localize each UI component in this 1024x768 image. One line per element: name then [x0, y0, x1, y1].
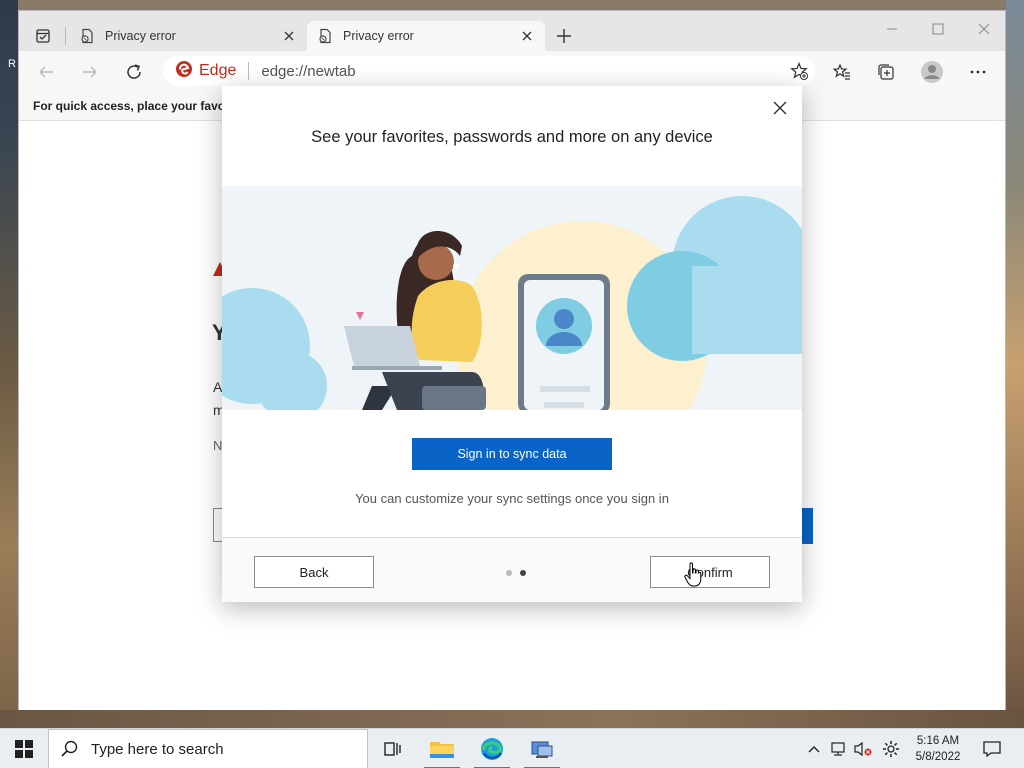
edge-taskbar-button[interactable]	[472, 729, 512, 768]
dialog-title: See your favorites, passwords and more o…	[311, 128, 713, 146]
taskbar: Type here to search 5:16 AM 5/8/2022	[0, 728, 1024, 768]
chevron-up-icon	[808, 746, 820, 753]
taskbar-search-box[interactable]: Type here to search	[48, 729, 368, 768]
address-url[interactable]: edge://newtab	[261, 63, 355, 80]
step-dot	[506, 570, 512, 576]
collections-icon	[878, 64, 894, 80]
file-explorer-taskbar-button[interactable]	[422, 729, 462, 768]
network-tray-button[interactable]	[828, 729, 850, 768]
search-icon	[61, 740, 78, 757]
more-button[interactable]	[965, 59, 991, 85]
hand-cursor-icon	[684, 562, 702, 587]
network-icon	[831, 742, 845, 756]
desktop-wallpaper-bottom	[0, 710, 1024, 728]
search-placeholder: Type here to search	[91, 740, 224, 758]
collections-button[interactable]	[873, 59, 899, 85]
volume-tray-button[interactable]	[852, 729, 874, 768]
sign-in-sync-button[interactable]: Sign in to sync data	[412, 438, 612, 470]
start-button[interactable]	[0, 729, 48, 768]
page-icon	[79, 28, 95, 44]
notifications-icon	[983, 741, 1001, 757]
desktop-fragment-text: R	[8, 58, 16, 70]
close-icon	[978, 23, 990, 35]
taskbar-clock[interactable]: 5:16 AM 5/8/2022	[908, 733, 968, 765]
sync-settings-note: You can customize your sync settings onc…	[355, 491, 669, 506]
show-hidden-icons-button[interactable]	[804, 729, 824, 768]
edge-icon	[481, 738, 503, 760]
tab-separator	[65, 27, 66, 45]
refresh-button[interactable]	[121, 59, 147, 85]
maximize-icon	[932, 23, 944, 35]
minimize-button[interactable]	[869, 15, 915, 43]
dialog-close-button[interactable]	[770, 98, 790, 118]
close-icon[interactable]	[519, 28, 535, 44]
plus-icon	[557, 29, 571, 43]
file-explorer-icon	[430, 742, 454, 758]
favorites-icon	[833, 63, 850, 80]
page-text-fragment: N	[213, 438, 223, 453]
network-app-taskbar-button[interactable]	[522, 729, 562, 768]
clock-time: 5:16 AM	[916, 735, 960, 747]
task-view-button[interactable]	[372, 729, 412, 768]
go-back-button-fragment[interactable]	[801, 508, 813, 544]
address-bar[interactable]: Edge edge://newtab	[163, 56, 815, 86]
forward-arrow-icon	[83, 66, 97, 78]
address-divider	[248, 62, 250, 80]
minimize-icon	[887, 28, 897, 30]
page-icon	[317, 28, 333, 44]
sync-dialog: See your favorites, passwords and more o…	[222, 86, 802, 602]
forward-button[interactable]	[77, 59, 103, 85]
tab-strip: Privacy error Privacy error	[19, 11, 1005, 51]
profile-button[interactable]	[919, 59, 945, 85]
favorites-button[interactable]	[829, 59, 855, 85]
windows-start-icon	[15, 740, 33, 758]
step-indicator	[506, 570, 526, 576]
volume-muted-icon	[854, 741, 872, 757]
back-dialog-button[interactable]: Back	[254, 556, 374, 588]
notifications-button[interactable]	[980, 729, 1004, 768]
maximize-button[interactable]	[915, 15, 961, 43]
desktop-wallpaper-left	[0, 0, 18, 728]
settings-tray-button[interactable]	[880, 729, 902, 768]
profile-icon	[921, 61, 943, 83]
sync-illustration	[222, 186, 802, 410]
close-icon	[773, 101, 787, 115]
edge-logo-icon	[175, 60, 193, 83]
refresh-icon	[127, 64, 141, 79]
tab-title: Privacy error	[105, 29, 176, 43]
site-label: Edge	[199, 62, 237, 79]
back-button[interactable]	[33, 59, 59, 85]
network-app-icon	[531, 741, 553, 758]
tab-privacy-error-1[interactable]: Privacy error	[69, 21, 307, 51]
task-view-icon	[384, 742, 401, 756]
browser-toolbar: Edge edge://newtab	[19, 51, 1005, 91]
settings-icon	[883, 741, 899, 757]
tab-title: Privacy error	[343, 29, 414, 43]
new-tab-button[interactable]	[553, 25, 575, 47]
tab-actions-icon[interactable]	[29, 25, 57, 47]
desktop-wallpaper-right	[1006, 0, 1024, 728]
close-icon[interactable]	[281, 28, 297, 44]
close-window-button[interactable]	[961, 15, 1007, 43]
more-icon	[970, 70, 986, 74]
back-arrow-icon	[39, 66, 53, 78]
step-dot-active	[520, 570, 526, 576]
page-text-fragment: A	[213, 379, 223, 395]
clock-date: 5/8/2022	[915, 751, 961, 763]
tab-privacy-error-2[interactable]: Privacy error	[307, 21, 545, 51]
add-favorite-icon[interactable]	[787, 59, 811, 83]
confirm-button[interactable]: Confirm	[650, 556, 770, 588]
dialog-footer: Back Confirm	[222, 537, 802, 602]
